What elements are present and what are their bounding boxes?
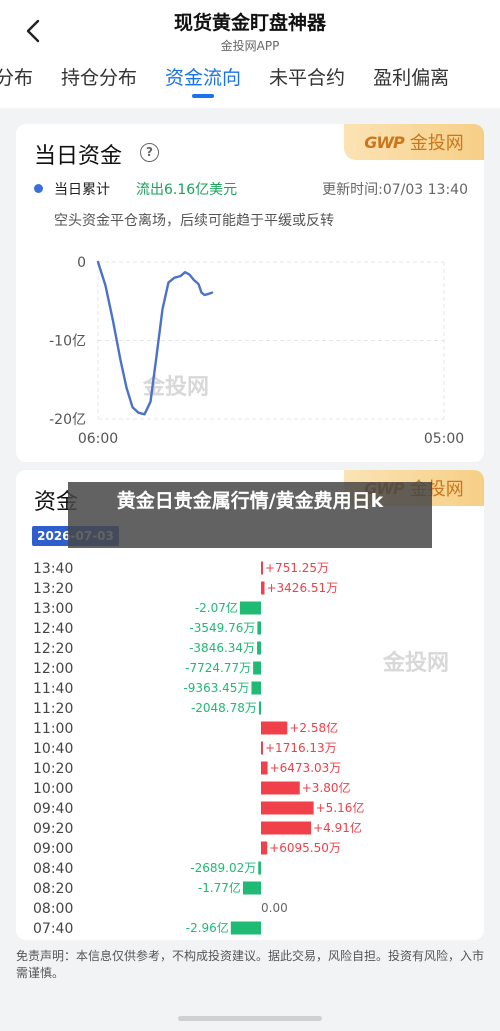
flow-bar <box>261 581 265 595</box>
time-label: 13:40 <box>33 561 73 577</box>
bar-value-label: +3426.51万 <box>266 581 338 595</box>
flow-bar <box>261 761 268 775</box>
app-header: 现货黄金盯盘神器 金投网APP 分布 持仓分布 资金流向 未平合约 盈利偏离 <box>0 0 500 108</box>
bar-value-label: -3549.76万 <box>189 621 255 635</box>
time-label: 11:40 <box>33 681 73 697</box>
flow-bar <box>261 781 300 795</box>
time-label: 09:20 <box>33 821 73 837</box>
time-label: 12:40 <box>33 621 73 637</box>
time-label: 08:40 <box>33 861 73 877</box>
time-label: 08:20 <box>33 881 73 897</box>
flow-bar <box>239 601 261 615</box>
daily-fund-card: 当日资金 ? GWP 金投网 当日累计 流出6.16亿美元 更新时间:07/03… <box>16 124 484 462</box>
tab-bar: 分布 持仓分布 资金流向 未平合约 盈利偏离 <box>0 62 470 102</box>
tab-distribution[interactable]: 分布 <box>0 62 40 98</box>
bar-value-label: +5.16亿 <box>316 800 365 815</box>
time-label: 11:20 <box>33 701 73 717</box>
flow-bar <box>257 621 261 635</box>
flow-bar <box>257 641 261 655</box>
flow-bar <box>261 801 314 815</box>
time-label: 08:00 <box>33 901 73 917</box>
flow-bar <box>251 681 261 695</box>
time-label: 13:00 <box>33 601 73 617</box>
flow-bar <box>230 921 261 935</box>
flow-bar <box>261 721 288 735</box>
bar-value-label: +6095.50万 <box>269 841 341 855</box>
bar-value-label: +2.58亿 <box>289 720 338 735</box>
bar-value-label: -3846.34万 <box>189 641 255 655</box>
bar-value-label: +6473.03万 <box>270 761 342 775</box>
time-label: 10:00 <box>33 781 73 797</box>
bar-value-label: -2048.78万 <box>191 701 257 715</box>
flow-bar <box>261 561 263 575</box>
flow-bar <box>261 841 268 855</box>
flow-bar <box>242 881 261 895</box>
time-label: 13:20 <box>33 581 73 597</box>
y-tick-label: -20亿 <box>49 412 86 428</box>
time-label: 11:00 <box>33 721 73 737</box>
home-indicator <box>178 1016 322 1021</box>
bar-value-label: -2689.02万 <box>190 861 256 875</box>
bar-value-label: +3.80亿 <box>302 780 351 795</box>
flow-bar <box>261 741 263 755</box>
time-label: 10:20 <box>33 761 73 777</box>
time-label: 12:20 <box>33 641 73 657</box>
bar-value-label: +4.91亿 <box>313 820 362 835</box>
overlay-caption: 黄金日贵金属行情/黄金费用日k <box>68 482 432 548</box>
tab-open-interest[interactable]: 未平合约 <box>262 62 352 98</box>
flow-bar <box>258 701 261 715</box>
bar-value-label: -7724.77万 <box>185 661 251 675</box>
y-tick-label: 0 <box>77 255 86 271</box>
tab-position-distribution[interactable]: 持仓分布 <box>54 62 144 98</box>
fund-line-chart: 金投网0-10亿-20亿06:00 05:00 <box>49 255 464 447</box>
bar-value-label: -2.07亿 <box>195 600 238 615</box>
bar-value-label: -2.96亿 <box>186 920 229 935</box>
watermark-text: 金投网 <box>382 650 449 676</box>
flow-bar <box>258 861 261 875</box>
page-subtitle: 金投网APP <box>220 39 280 53</box>
disclaimer: 免责声明：本信息仅供参考，不构成投资建议。据此交易，风险自担。投资有风险，入市需… <box>0 940 500 996</box>
y-tick-label: -10亿 <box>49 334 86 350</box>
bar-value-label: 0.00 <box>261 901 288 915</box>
time-label: 09:00 <box>33 841 73 857</box>
x-tick-label: 06:00 <box>78 431 118 447</box>
bar-value-label: +751.25万 <box>265 561 329 575</box>
time-label: 12:00 <box>33 661 73 677</box>
flow-bar <box>261 821 312 835</box>
tab-profit-deviation[interactable]: 盈利偏离 <box>366 62 456 98</box>
bar-value-label: -1.77亿 <box>198 880 241 895</box>
time-label: 09:40 <box>33 801 73 817</box>
bar-value-label: -9363.45万 <box>183 681 249 695</box>
x-tick-label: 05:00 <box>424 431 464 447</box>
page-title: 现货黄金盯盘神器 <box>173 12 326 34</box>
time-label: 10:40 <box>33 741 73 757</box>
time-label: 07:40 <box>33 921 73 937</box>
bar-value-label: +1716.13万 <box>265 741 337 755</box>
tab-fund-flow[interactable]: 资金流向 <box>158 62 248 98</box>
flow-bar <box>253 661 261 675</box>
